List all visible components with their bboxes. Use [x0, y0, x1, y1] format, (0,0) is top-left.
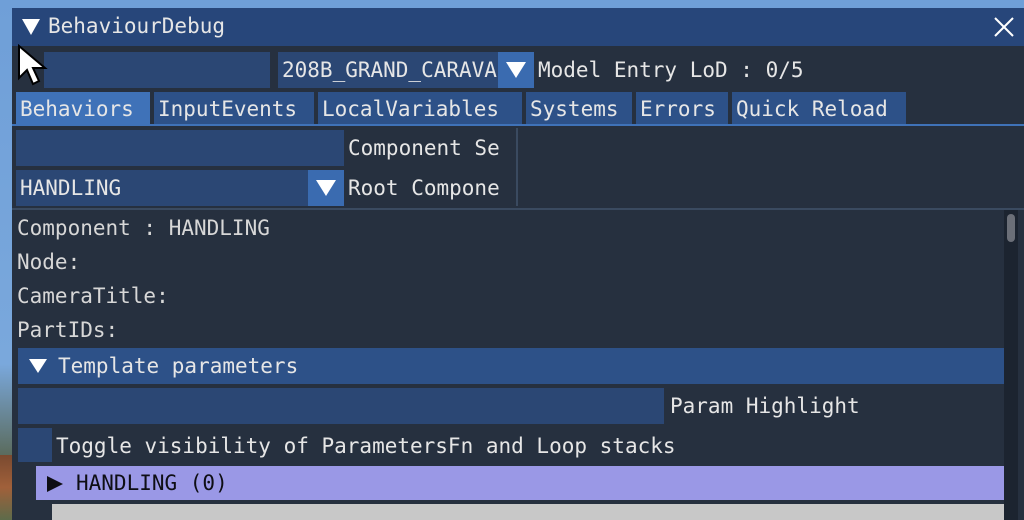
triangle-right-icon: [47, 476, 63, 492]
tab-systems[interactable]: Systems: [526, 92, 632, 126]
component-dropdown-button[interactable]: [308, 170, 344, 206]
model-dropdown-button[interactable]: [498, 52, 534, 88]
toggle-visibility-checkbox[interactable]: [18, 428, 52, 462]
template-parameters-label: Template parameters: [58, 354, 299, 378]
param-highlight-input[interactable]: [18, 388, 664, 424]
tab-behaviors[interactable]: Behaviors: [16, 92, 150, 126]
tree-node-label: HANDLING (0): [76, 471, 228, 495]
tab-bar: Behaviors InputEvents LocalVariables Sys…: [12, 92, 1024, 126]
tab-input-events[interactable]: InputEvents: [154, 92, 314, 126]
model-select-value: 208B_GRAND_CARAVAN: [282, 58, 498, 82]
window-titlebar[interactable]: BehaviourDebug: [12, 8, 1024, 46]
horizontal-scrollbar[interactable]: [52, 504, 1004, 520]
collapse-triangle-icon: [29, 359, 47, 373]
component-select-value: HANDLING: [20, 176, 122, 200]
collapse-triangle-icon[interactable]: [20, 16, 42, 38]
component-selector-label: Component Se: [348, 136, 500, 160]
dropdown-arrow-icon: [506, 62, 526, 78]
tab-underline: [12, 124, 1024, 126]
camera-title-text: CameraTitle:: [17, 284, 169, 308]
dropdown-arrow-icon: [316, 180, 336, 196]
scrollbar-thumb[interactable]: [1007, 214, 1015, 242]
separator: [12, 208, 1024, 210]
node-text: Node:: [17, 250, 81, 274]
column-divider[interactable]: [516, 128, 518, 206]
mouse-cursor-icon: [18, 44, 48, 86]
component-search-field[interactable]: [16, 130, 344, 166]
tab-quick-reload[interactable]: Quick Reload: [732, 92, 906, 126]
root-component-label: Root Compone: [348, 176, 500, 200]
toggle-visibility-label: Toggle visibility of ParametersFn and Lo…: [56, 434, 676, 458]
empty-combo-field[interactable]: [44, 52, 270, 88]
tab-errors[interactable]: Errors: [636, 92, 728, 126]
scrollbar-track[interactable]: [1004, 210, 1018, 520]
tree-node-handling[interactable]: HANDLING (0): [36, 466, 1004, 500]
close-icon[interactable]: [992, 15, 1016, 39]
part-ids-text: PartIDs:: [17, 318, 119, 342]
component-name-text: Component : HANDLING: [17, 216, 270, 240]
lod-label: Model Entry LoD : 0/5: [538, 58, 804, 82]
param-highlight-label: Param Highlight: [670, 394, 860, 418]
tab-local-variables[interactable]: LocalVariables: [318, 92, 522, 126]
component-select[interactable]: HANDLING: [16, 170, 308, 206]
model-select[interactable]: 208B_GRAND_CARAVAN: [278, 52, 498, 88]
behaviour-debug-window: BehaviourDebug 208B_GRAND_CARAVAN Model …: [12, 8, 1024, 520]
window-title: BehaviourDebug: [48, 14, 226, 38]
template-parameters-header[interactable]: Template parameters: [18, 348, 1004, 384]
